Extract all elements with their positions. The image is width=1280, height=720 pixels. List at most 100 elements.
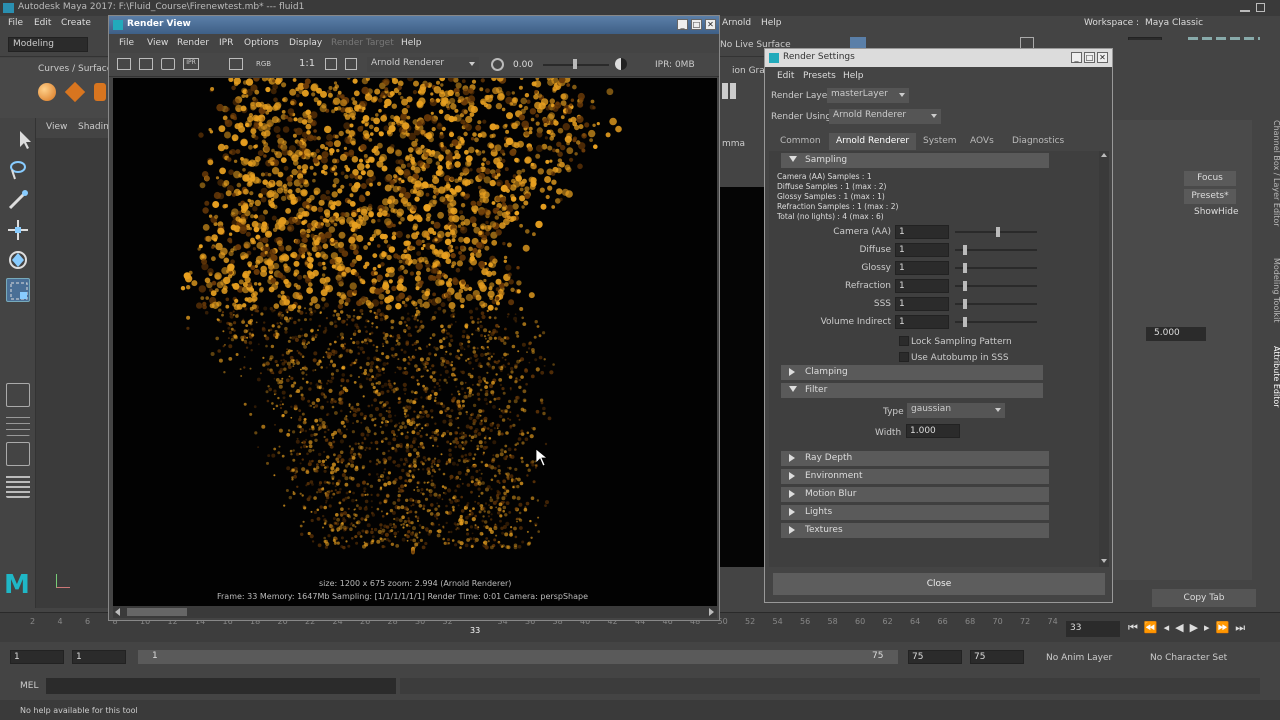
rv-menu-view[interactable]: View bbox=[147, 38, 168, 48]
cylinder-icon[interactable] bbox=[94, 83, 106, 101]
exposure-value[interactable]: 0.00 bbox=[513, 60, 533, 70]
paint-tool-icon[interactable] bbox=[6, 188, 30, 212]
attribute-editor-tab[interactable]: Attribute Editor bbox=[1272, 346, 1280, 408]
filter-width-field[interactable]: 1.000 bbox=[906, 424, 960, 438]
sampling-field-slider[interactable] bbox=[955, 303, 1037, 305]
sampling-field-slider[interactable] bbox=[955, 285, 1037, 287]
restore-icon[interactable] bbox=[1256, 3, 1265, 12]
focus-button[interactable]: Focus bbox=[1184, 171, 1236, 186]
sampling-field-slider[interactable] bbox=[955, 321, 1037, 323]
layout-two-icon[interactable] bbox=[6, 442, 30, 466]
viewport-area[interactable] bbox=[36, 138, 110, 608]
sampling-field-slider-knob[interactable] bbox=[996, 227, 1000, 237]
collapsed-section-header[interactable]: Textures bbox=[781, 523, 1049, 538]
rs-close-icon[interactable]: ✕ bbox=[1097, 52, 1108, 63]
sampling-field-slider-knob[interactable] bbox=[963, 281, 968, 291]
anim-layer-dropdown[interactable]: No Anim Layer bbox=[1046, 653, 1112, 663]
minimize-icon[interactable] bbox=[1240, 3, 1250, 12]
scroll-right-icon[interactable] bbox=[709, 608, 714, 616]
collapsed-section-header[interactable]: Ray Depth bbox=[781, 451, 1049, 466]
mel-label[interactable]: MEL bbox=[20, 681, 38, 691]
character-set-dropdown[interactable]: No Character Set bbox=[1150, 653, 1227, 663]
exposure-slider-knob[interactable] bbox=[573, 59, 577, 69]
lasso-tool-icon[interactable] bbox=[6, 158, 30, 182]
ipr-icon[interactable]: IPR bbox=[183, 58, 199, 70]
scroll-left-icon[interactable] bbox=[115, 608, 120, 616]
render-using-dropdown[interactable]: Arnold Renderer bbox=[829, 109, 941, 124]
clamping-section-header[interactable]: Clamping bbox=[781, 365, 1043, 380]
playback-end-field[interactable]: 75 bbox=[908, 650, 962, 664]
playback-start-field[interactable]: 1 bbox=[72, 650, 126, 664]
tab-arnold-renderer[interactable]: Arnold Renderer bbox=[829, 133, 917, 150]
redo-render-icon[interactable] bbox=[117, 58, 131, 70]
sampling-field-slider-knob[interactable] bbox=[963, 317, 968, 327]
menu-file[interactable]: File bbox=[8, 18, 23, 28]
tab-aovs[interactable]: AOVs bbox=[963, 133, 1001, 150]
render-region-icon[interactable] bbox=[139, 58, 153, 70]
menu-arnold[interactable]: Arnold bbox=[722, 18, 751, 28]
sampling-field-input[interactable]: 1 bbox=[895, 279, 949, 293]
snapshot-icon[interactable] bbox=[161, 58, 175, 70]
filter-section-header[interactable]: Filter bbox=[781, 383, 1043, 398]
rgb-channel-button[interactable]: RGB bbox=[256, 60, 271, 68]
tab-system[interactable]: System bbox=[916, 133, 964, 150]
sampling-field-input[interactable]: 1 bbox=[895, 243, 949, 257]
range-bar[interactable]: 1 75 bbox=[138, 650, 898, 664]
tab-diagnostics[interactable]: Diagnostics bbox=[1005, 133, 1071, 150]
collapsed-section-header[interactable]: Lights bbox=[781, 505, 1049, 520]
gamma-icon[interactable] bbox=[615, 58, 627, 70]
scroll-up-icon[interactable] bbox=[1101, 153, 1107, 157]
frame-region-icon[interactable] bbox=[325, 58, 337, 70]
render-layer-dropdown[interactable]: masterLayer bbox=[827, 88, 909, 103]
render-image-canvas[interactable]: size: 1200 x 675 zoom: 2.994 (Arnold Ren… bbox=[113, 78, 717, 606]
settings-scrollbar[interactable] bbox=[1099, 151, 1109, 567]
rv-maximize-icon[interactable]: □ bbox=[691, 19, 702, 30]
rs-menu-edit[interactable]: Edit bbox=[777, 71, 794, 81]
autobump-checkbox[interactable] bbox=[899, 352, 909, 362]
menu-help[interactable]: Help bbox=[761, 18, 782, 28]
mel-input[interactable] bbox=[46, 678, 396, 694]
render-view-scrollbar[interactable] bbox=[113, 606, 717, 618]
sampling-section-header[interactable]: Sampling bbox=[781, 153, 1049, 168]
graph-icon[interactable] bbox=[722, 83, 738, 99]
menu-create[interactable]: Create bbox=[61, 18, 91, 28]
hide-button[interactable]: Hide bbox=[1214, 207, 1243, 217]
rv-minimize-icon[interactable]: _ bbox=[677, 19, 688, 30]
select-tool-icon[interactable] bbox=[6, 128, 31, 152]
ratio-button[interactable]: 1:1 bbox=[299, 58, 315, 69]
sampling-field-input[interactable]: 1 bbox=[895, 297, 949, 311]
sphere-icon[interactable] bbox=[38, 83, 56, 101]
frame-all-icon[interactable] bbox=[345, 58, 357, 70]
scroll-thumb[interactable] bbox=[127, 608, 187, 616]
sampling-field-input[interactable]: 1 bbox=[895, 315, 949, 329]
settings-scroll-area[interactable]: Sampling Camera (AA) Samples : 1 Diffuse … bbox=[769, 151, 1109, 567]
rs-minimize-icon[interactable]: _ bbox=[1071, 52, 1082, 63]
outliner-icon[interactable] bbox=[6, 474, 30, 498]
sampling-field-slider[interactable] bbox=[955, 249, 1037, 251]
modeling-toolkit-tab[interactable]: Modeling Toolkit bbox=[1272, 258, 1280, 322]
rv-menu-render[interactable]: Render bbox=[177, 38, 209, 48]
render-settings-titlebar[interactable]: Render Settings _ □ ✕ bbox=[765, 49, 1112, 67]
mode-dropdown[interactable]: Modeling bbox=[8, 37, 88, 52]
playback-controls[interactable]: ⏮⏪◂◀▶▸⏩⏭ bbox=[1128, 621, 1251, 635]
end-time-field[interactable]: 75 bbox=[970, 650, 1024, 664]
rs-maximize-icon[interactable]: □ bbox=[1084, 52, 1095, 63]
render-view-titlebar[interactable]: Render View _ □ ✕ bbox=[109, 16, 719, 34]
move-tool-icon[interactable] bbox=[6, 218, 30, 242]
cube-icon[interactable] bbox=[64, 81, 86, 103]
copy-tab-button[interactable]: Copy Tab bbox=[1152, 589, 1256, 607]
start-time-field[interactable]: 1 bbox=[10, 650, 64, 664]
lock-sampling-checkbox[interactable] bbox=[899, 336, 909, 346]
sampling-field-input[interactable]: 1 bbox=[895, 225, 949, 239]
rv-menu-help[interactable]: Help bbox=[401, 38, 422, 48]
scale-tool-icon[interactable] bbox=[6, 278, 30, 302]
collapsed-section-header[interactable]: Motion Blur bbox=[781, 487, 1049, 502]
sampling-field-slider-knob[interactable] bbox=[963, 245, 968, 255]
exposure-reset-icon[interactable] bbox=[491, 58, 504, 71]
current-frame-field[interactable]: 33 bbox=[1066, 621, 1120, 637]
sampling-field-slider-knob[interactable] bbox=[963, 299, 968, 309]
sampling-field-input[interactable]: 1 bbox=[895, 261, 949, 275]
sampling-field-slider[interactable] bbox=[955, 267, 1037, 269]
shelf-tab-curves[interactable]: Curves / Surfaces bbox=[38, 64, 117, 74]
menu-edit[interactable]: Edit bbox=[34, 18, 51, 28]
